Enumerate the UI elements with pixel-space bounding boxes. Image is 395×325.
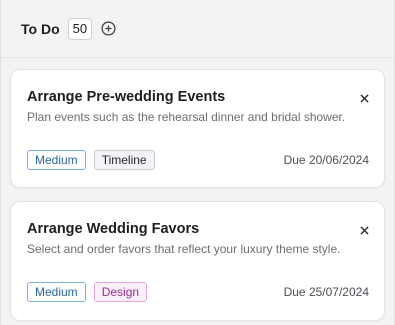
task-description: Plan events such as the rehearsal dinner… bbox=[27, 110, 346, 124]
task-tags: Medium Design bbox=[27, 282, 148, 302]
task-title: Arrange Wedding Favors bbox=[27, 221, 200, 237]
todo-column: To Do 50 Arrange Pre-wedding Events Plan… bbox=[0, 0, 395, 325]
due-date: Due 25/07/2024 bbox=[283, 285, 369, 299]
task-title: Arrange Pre-wedding Events bbox=[27, 89, 226, 105]
column-header: To Do 50 bbox=[1, 0, 394, 58]
remove-task-button[interactable] bbox=[358, 224, 370, 236]
category-tag[interactable]: Timeline bbox=[93, 150, 155, 170]
priority-tag[interactable]: Medium bbox=[27, 282, 86, 302]
task-tags: Medium Timeline bbox=[27, 150, 155, 170]
column-title: To Do bbox=[21, 20, 60, 37]
task-description: Select and order favors that reflect you… bbox=[27, 242, 341, 256]
add-task-button[interactable] bbox=[100, 21, 116, 37]
remove-task-button[interactable] bbox=[358, 92, 370, 104]
close-icon bbox=[359, 225, 369, 235]
due-date: Due 20/06/2024 bbox=[283, 153, 369, 167]
plus-circle-icon bbox=[101, 21, 116, 36]
close-icon bbox=[359, 93, 369, 103]
priority-tag[interactable]: Medium bbox=[27, 150, 86, 170]
task-count-badge: 50 bbox=[67, 17, 93, 40]
category-tag[interactable]: Design bbox=[93, 282, 148, 302]
task-card[interactable]: Arrange Pre-wedding Events Plan events s… bbox=[10, 69, 385, 188]
task-card[interactable]: Arrange Wedding Favors Select and order … bbox=[10, 201, 385, 321]
